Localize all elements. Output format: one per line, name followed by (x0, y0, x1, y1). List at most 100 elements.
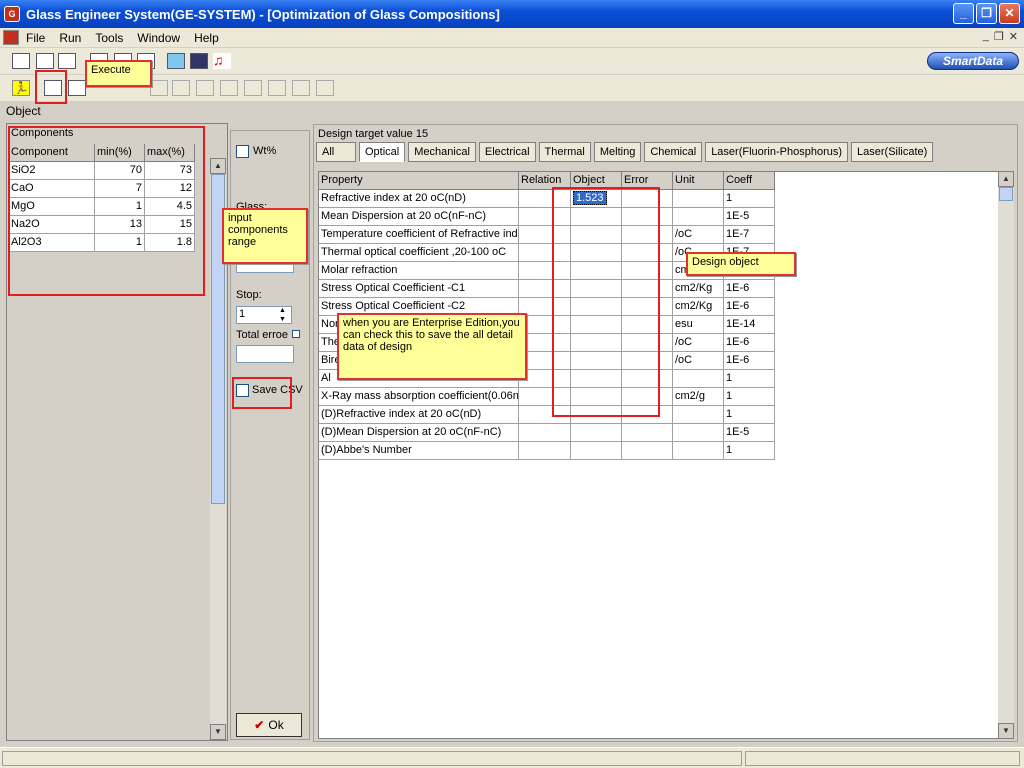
design-cell-property[interactable]: Molar refraction (319, 262, 519, 280)
design-cell-error[interactable] (622, 208, 673, 226)
design-cell-unit[interactable] (673, 370, 724, 388)
tab-thermal[interactable]: Thermal (538, 142, 591, 162)
component-cell-max[interactable]: 4.5 (145, 198, 195, 216)
design-cell-error[interactable] (622, 334, 673, 352)
tab-electrical[interactable]: Electrical (478, 142, 536, 162)
document-icon[interactable] (3, 30, 19, 45)
mdi-close-icon[interactable]: ✕ (1009, 30, 1018, 43)
design-cell-object[interactable] (571, 208, 622, 226)
design-cell-error[interactable] (622, 424, 673, 442)
stop-spinner-icon[interactable]: ▲ ▼ (279, 306, 286, 324)
tab-laser-silicate-[interactable]: Laser(Silicate) (851, 142, 934, 162)
design-cell-relation[interactable] (519, 388, 571, 406)
design-cell-error[interactable] (622, 316, 673, 334)
design-cell-error[interactable] (622, 442, 673, 460)
design-cell-object[interactable] (571, 388, 622, 406)
design-cell-object[interactable] (571, 262, 622, 280)
design-cell-unit[interactable]: cm2/Kg (673, 298, 724, 316)
design-cell-object[interactable] (571, 370, 622, 388)
tab-laser-fluorin-phosphorus-[interactable]: Laser(Fluorin-Phosphorus) (705, 142, 849, 162)
scroll-thumb[interactable] (999, 187, 1013, 201)
component-cell-name[interactable]: CaO (9, 180, 95, 198)
book-icon[interactable] (167, 53, 185, 69)
table-icon[interactable] (12, 53, 30, 69)
preview-icon[interactable] (68, 80, 86, 96)
menu-tools[interactable]: Tools (88, 31, 130, 45)
app-icon[interactable]: G (4, 6, 20, 22)
design-cell-coeff[interactable]: 1E-6 (724, 334, 775, 352)
component-cell-name[interactable]: Na2O (9, 216, 95, 234)
speaker-icon[interactable]: ♫ (213, 53, 231, 69)
design-cell-property[interactable]: Temperature coefficient of Refractive in… (319, 226, 519, 244)
menu-help[interactable]: Help (187, 31, 226, 45)
design-cell-unit[interactable]: cm2/Kg (673, 280, 724, 298)
col-header-relation[interactable]: Relation (519, 172, 571, 190)
design-cell-object[interactable] (571, 244, 622, 262)
design-cell-coeff[interactable]: 1 (724, 442, 775, 460)
execute-icon[interactable] (44, 80, 62, 96)
design-cell-property[interactable]: X-Ray mass absorption coefficient(0.06nm (319, 388, 519, 406)
design-cell-error[interactable] (622, 352, 673, 370)
design-cell-object[interactable]: 1.523 (571, 190, 622, 208)
design-cell-relation[interactable] (519, 262, 571, 280)
design-cell-object[interactable] (571, 316, 622, 334)
design-cell-coeff[interactable]: 1E-5 (724, 208, 775, 226)
design-cell-coeff[interactable]: 1E-6 (724, 298, 775, 316)
design-cell-property[interactable]: (D)Mean Dispersion at 20 oC(nF-nC) (319, 424, 519, 442)
design-cell-relation[interactable] (519, 406, 571, 424)
design-cell-relation[interactable] (519, 190, 571, 208)
save-csv-checkbox[interactable] (236, 384, 249, 397)
design-cell-error[interactable] (622, 280, 673, 298)
col-header-object[interactable]: Object (571, 172, 622, 190)
grid-icon[interactable] (36, 53, 54, 69)
design-cell-unit[interactable] (673, 442, 724, 460)
design-cell-object[interactable] (571, 442, 622, 460)
design-cell-coeff[interactable]: 1E-6 (724, 280, 775, 298)
close-button[interactable]: ✕ (999, 3, 1020, 24)
tab-object[interactable]: Object (6, 104, 48, 121)
design-cell-coeff[interactable]: 1 (724, 388, 775, 406)
menu-run[interactable]: Run (52, 31, 88, 45)
design-cell-unit[interactable]: /oC (673, 352, 724, 370)
component-cell-max[interactable]: 1.8 (145, 234, 195, 252)
design-cell-unit[interactable] (673, 406, 724, 424)
design-cell-coeff[interactable]: 1E-14 (724, 316, 775, 334)
design-cell-relation[interactable] (519, 442, 571, 460)
design-cell-property[interactable]: Thermal optical coefficient ,20-100 oC (319, 244, 519, 262)
col-header-error[interactable]: Error (622, 172, 673, 190)
tab-optical[interactable]: Optical (359, 142, 406, 162)
design-cell-property[interactable]: (D)Abbe's Number (319, 442, 519, 460)
component-cell-min[interactable]: 1 (95, 234, 145, 252)
component-cell-min[interactable]: 7 (95, 180, 145, 198)
design-cell-unit[interactable] (673, 424, 724, 442)
mdi-restore-icon[interactable]: ❐ (994, 30, 1004, 43)
component-cell-name[interactable]: SiO2 (9, 162, 95, 180)
tab-mechanical[interactable]: Mechanical (408, 142, 476, 162)
design-cell-unit[interactable]: /oC (673, 226, 724, 244)
design-cell-object[interactable] (571, 226, 622, 244)
design-cell-error[interactable] (622, 370, 673, 388)
scroll-down-icon[interactable]: ▼ (210, 724, 226, 740)
run-icon[interactable]: 🏃 (12, 80, 30, 96)
design-cell-object[interactable] (571, 280, 622, 298)
component-cell-name[interactable]: MgO (9, 198, 95, 216)
tab-all[interactable]: All (316, 142, 356, 162)
design-cell-object[interactable] (571, 406, 622, 424)
col-header-component[interactable]: Component (9, 144, 95, 162)
scroll-up-icon[interactable]: ▲ (998, 171, 1014, 187)
maximize-button[interactable]: ❐ (976, 3, 997, 24)
design-cell-relation[interactable] (519, 244, 571, 262)
design-cell-unit[interactable]: cm2/g (673, 388, 724, 406)
minimize-button[interactable]: _ (953, 3, 974, 24)
ok-button[interactable]: ✔ Ok (236, 713, 302, 737)
design-cell-relation[interactable] (519, 208, 571, 226)
design-cell-error[interactable] (622, 244, 673, 262)
col-header-property[interactable]: Property (319, 172, 519, 190)
design-cell-unit[interactable]: esu (673, 316, 724, 334)
design-cell-error[interactable] (622, 406, 673, 424)
total-error-field[interactable] (236, 345, 294, 363)
design-cell-error[interactable] (622, 226, 673, 244)
design-cell-coeff[interactable]: 1E-6 (724, 352, 775, 370)
col-header-coeff[interactable]: Coeff (724, 172, 775, 190)
tab-chemical[interactable]: Chemical (644, 142, 703, 162)
